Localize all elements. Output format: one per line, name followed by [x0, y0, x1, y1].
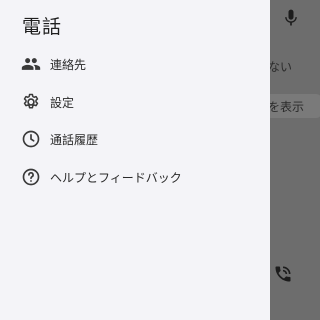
help-icon [21, 167, 41, 187]
drawer-item-label: 設定 [50, 95, 75, 110]
drawer-item-settings[interactable]: 設定 [0, 84, 270, 120]
gear-icon [21, 92, 41, 112]
clock-icon [21, 129, 41, 149]
drawer-item-help-feedback[interactable]: ヘルプとフィードバック [0, 159, 270, 195]
mic-icon[interactable] [281, 8, 301, 28]
drawer-item-contacts[interactable]: 連絡先 [0, 46, 270, 82]
drawer-item-label: 通話履歴 [50, 132, 99, 147]
drawer-item-label: 連絡先 [50, 57, 87, 72]
navigation-drawer: 電話 連絡先 設定 通話履歴 ヘルプとフィードバック [0, 0, 270, 320]
contacts-icon [21, 54, 41, 74]
background-text-2: を表示 [268, 100, 305, 114]
phone-icon[interactable] [273, 264, 293, 284]
drawer-item-call-history[interactable]: 通話履歴 [0, 121, 270, 157]
screen: ない を表示 電話 連絡先 設定 通話履歴 ヘルプとフィードバック [0, 0, 320, 320]
background-text-1: ない [268, 60, 293, 74]
drawer-title: 電話 [22, 16, 63, 38]
drawer-item-label: ヘルプとフィードバック [50, 170, 182, 185]
